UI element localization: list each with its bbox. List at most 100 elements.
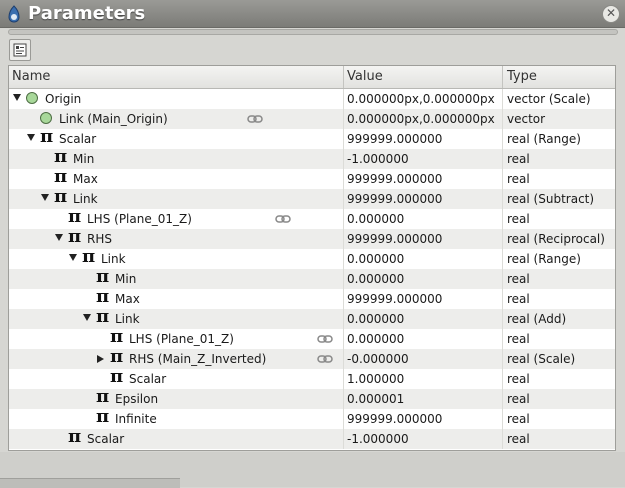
- param-value[interactable]: 0.000000: [347, 312, 404, 326]
- tree-row[interactable]: π RHS 999999.000000 real (Reciprocal): [9, 226, 615, 249]
- param-value[interactable]: 999999.000000: [347, 132, 442, 146]
- param-value[interactable]: 999999.000000: [347, 412, 442, 426]
- cell-divider: [343, 169, 344, 189]
- pi-icon: π: [96, 286, 110, 307]
- param-type: real: [507, 272, 530, 286]
- param-value[interactable]: -1.000000: [347, 432, 409, 446]
- param-value[interactable]: 0.000000: [347, 212, 404, 226]
- param-type: real: [507, 432, 530, 446]
- close-icon[interactable]: ✕: [602, 5, 620, 23]
- link-icon[interactable]: [275, 214, 291, 224]
- param-value[interactable]: 0.000000: [347, 272, 404, 286]
- cell-divider: [502, 349, 503, 369]
- param-name: Scalar: [87, 432, 125, 446]
- column-separator[interactable]: [343, 66, 344, 88]
- column-header: Name Value Type: [9, 66, 615, 89]
- param-name: Link: [101, 252, 126, 266]
- cell-divider: [343, 389, 344, 409]
- cell-divider: [502, 89, 503, 109]
- bottom-dock: [0, 452, 625, 488]
- expand-down-icon[interactable]: [55, 234, 63, 241]
- param-name: Epsilon: [115, 392, 159, 406]
- param-name: Scalar: [129, 372, 167, 386]
- link-icon[interactable]: [247, 114, 263, 124]
- param-type: real: [507, 292, 530, 306]
- param-value[interactable]: 999999.000000: [347, 232, 442, 246]
- param-value[interactable]: 999999.000000: [347, 172, 442, 186]
- expand-down-icon[interactable]: [69, 254, 77, 261]
- cell-divider: [343, 249, 344, 269]
- expand-down-icon[interactable]: [83, 314, 91, 321]
- tree-row[interactable]: π Min -1.000000 real: [9, 146, 615, 169]
- pi-icon: π: [54, 186, 68, 207]
- cell-divider: [502, 409, 503, 429]
- param-value[interactable]: 999999.000000: [347, 192, 442, 206]
- param-type: real: [507, 152, 530, 166]
- param-value[interactable]: 0.000000: [347, 252, 404, 266]
- param-name: Min: [115, 272, 137, 286]
- param-type: real (Range): [507, 252, 581, 266]
- link-icon[interactable]: [317, 334, 333, 344]
- cell-divider: [502, 109, 503, 129]
- tree-row[interactable]: π RHS (Main_Z_Inverted) -0.000000 real (Sca…: [9, 346, 615, 369]
- expand-down-icon[interactable]: [13, 94, 21, 101]
- cell-divider: [343, 349, 344, 369]
- column-name-header[interactable]: Name: [12, 69, 50, 84]
- cell-divider: [502, 129, 503, 149]
- column-separator[interactable]: [502, 66, 503, 88]
- pi-icon: π: [68, 206, 82, 227]
- tree-row[interactable]: π Infinite 999999.000000 real: [9, 406, 615, 429]
- tree-rows: Origin 0.000000px,0.000000px vector (Scale…: [9, 89, 615, 449]
- param-name: LHS (Plane_01_Z): [129, 332, 234, 346]
- cell-divider: [502, 289, 503, 309]
- param-value[interactable]: 1.000000: [347, 372, 404, 386]
- cell-divider: [343, 209, 344, 229]
- pi-icon: π: [68, 226, 82, 247]
- param-type: vector: [507, 112, 546, 126]
- cell-divider: [502, 369, 503, 389]
- toolbar-params-button[interactable]: [9, 39, 31, 61]
- tree-row[interactable]: π Link 0.000000 real (Add): [9, 306, 615, 329]
- param-name: Max: [73, 172, 98, 186]
- param-name: RHS (Main_Z_Inverted): [129, 352, 267, 366]
- param-name: LHS (Plane_01_Z): [87, 212, 192, 226]
- column-value-header[interactable]: Value: [347, 69, 383, 84]
- param-name: Infinite: [115, 412, 157, 426]
- param-value[interactable]: -0.000000: [347, 352, 409, 366]
- tree-row[interactable]: Origin 0.000000px,0.000000px vector (Scale…: [9, 89, 615, 109]
- param-type: real (Range): [507, 132, 581, 146]
- cell-divider: [343, 129, 344, 149]
- column-type-header[interactable]: Type: [507, 69, 537, 84]
- cell-divider: [343, 189, 344, 209]
- pi-icon: π: [40, 126, 54, 147]
- param-value[interactable]: -1.000000: [347, 152, 409, 166]
- cell-divider: [502, 389, 503, 409]
- cell-divider: [502, 309, 503, 329]
- parameters-tree[interactable]: Name Value Type Origin 0.000000px,0.00000…: [8, 65, 616, 451]
- expand-down-icon[interactable]: [27, 134, 35, 141]
- param-value[interactable]: 0.000000: [347, 332, 404, 346]
- app-logo-icon: [8, 5, 20, 23]
- pi-icon: π: [96, 386, 110, 407]
- param-value[interactable]: 0.000001: [347, 392, 404, 406]
- expand-right-icon[interactable]: [97, 355, 104, 363]
- param-name: Scalar: [59, 132, 97, 146]
- top-scrollbar[interactable]: [8, 29, 618, 35]
- tree-row[interactable]: Link (Main_Origin) 0.000000px,0.000000px v…: [9, 109, 615, 129]
- expand-down-icon[interactable]: [41, 194, 49, 201]
- link-icon[interactable]: [317, 354, 333, 364]
- param-type: real: [507, 412, 530, 426]
- cell-divider: [343, 409, 344, 429]
- tree-row[interactable]: π LHS (Plane_01_Z) 0.000000 real: [9, 206, 615, 229]
- param-name: Link: [115, 312, 140, 326]
- param-value[interactable]: 0.000000px,0.000000px: [347, 92, 495, 106]
- tree-row[interactable]: π LHS (Plane_01_Z) 0.000000 real: [9, 326, 615, 349]
- tree-row[interactable]: π Link 999999.000000 real (Subtract): [9, 186, 615, 209]
- tree-row[interactable]: π Scalar -1.000000 real: [9, 426, 615, 449]
- tree-row[interactable]: π Max 999999.000000 real: [9, 166, 615, 189]
- param-value[interactable]: 0.000000px,0.000000px: [347, 112, 495, 126]
- param-value[interactable]: 999999.000000: [347, 292, 442, 306]
- cell-divider: [343, 429, 344, 449]
- tree-row[interactable]: π Scalar 999999.000000 real (Range): [9, 126, 615, 149]
- title-bar[interactable]: Parameters ✕: [0, 0, 625, 28]
